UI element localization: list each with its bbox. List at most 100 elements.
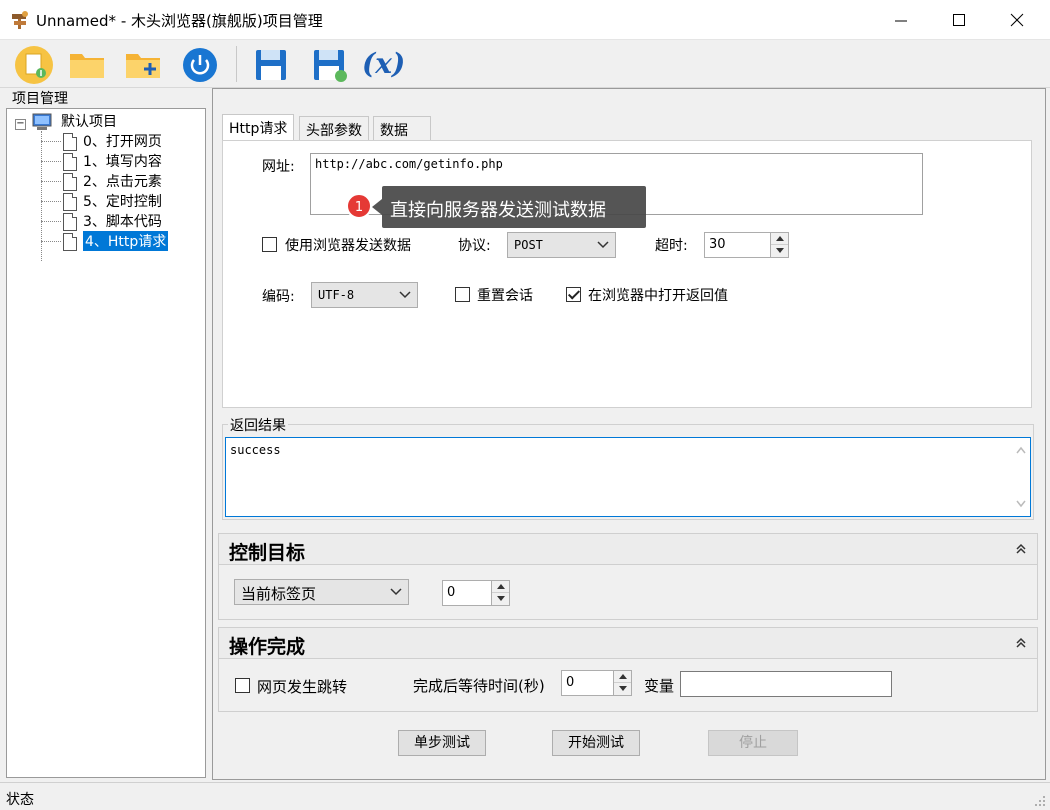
completion-header[interactable]: 操作完成 [218, 627, 1038, 659]
status-text: 状态 [6, 792, 34, 808]
target-index-stepper[interactable]: 0 [442, 580, 510, 606]
open-folder-icon [70, 54, 104, 78]
tree-item-timer-control[interactable]: 5、定时控制 [83, 191, 162, 211]
arrow-up-icon [776, 236, 784, 241]
save-as-icon [314, 50, 347, 82]
target-tab-value: 当前标签页 [241, 585, 317, 603]
add-folder-icon [126, 54, 160, 78]
maximize-icon [953, 14, 965, 26]
variable-icon: (x) [362, 47, 406, 80]
arrow-up-icon [497, 584, 505, 589]
project-panel-label: 项目管理 [10, 88, 70, 108]
spin-buttons[interactable] [770, 233, 788, 257]
toolbar: (x) [0, 40, 1050, 88]
timeout-stepper[interactable]: 30 [704, 232, 789, 258]
wait-time-value: 0 [566, 675, 575, 690]
reset-session-checkbox[interactable] [455, 287, 470, 302]
step-test-button[interactable]: 单步测试 [398, 730, 486, 756]
result-scrollbar[interactable] [1012, 438, 1030, 516]
page-jump-checkbox[interactable] [235, 678, 250, 693]
tab-data[interactable]: 数据 [373, 116, 431, 140]
close-button[interactable] [994, 0, 1040, 40]
step-badge: 1 [346, 193, 372, 219]
add-folder-button[interactable] [122, 44, 166, 86]
encoding-label: 编码: [262, 289, 295, 305]
tree-root-label[interactable]: 默认项目 [61, 111, 117, 131]
target-tab-select[interactable]: 当前标签页 [234, 579, 409, 605]
computer-icon [32, 113, 52, 130]
reset-session-label: 重置会话 [477, 288, 533, 304]
protocol-select[interactable]: POST [507, 232, 616, 258]
arrow-down-icon [619, 686, 627, 691]
file-icon [63, 133, 77, 151]
tree-item-script-code[interactable]: 3、脚本代码 [83, 211, 162, 231]
tree-line [41, 201, 61, 202]
open-in-browser-label: 在浏览器中打开返回值 [588, 288, 728, 304]
tree-line [41, 161, 61, 162]
stop-button[interactable]: 停止 [708, 730, 798, 756]
chevron-down-icon [597, 241, 609, 249]
save-as-button[interactable] [308, 44, 352, 86]
page-jump-label: 网页发生跳转 [257, 678, 348, 696]
tree-item-http-request[interactable]: 4、Http请求 [83, 231, 169, 251]
collapse-icon[interactable] [1015, 637, 1027, 649]
timeout-value: 30 [709, 237, 726, 252]
app-logo-icon [12, 11, 28, 29]
arrow-up-icon [619, 674, 627, 679]
file-icon [63, 153, 77, 171]
result-textarea[interactable]: success [225, 437, 1031, 517]
variable-button[interactable]: (x) [362, 44, 406, 86]
tree-item-open-page[interactable]: 0、打开网页 [83, 131, 162, 151]
protocol-value: POST [514, 238, 543, 252]
variable-input[interactable] [680, 671, 892, 697]
wait-time-label: 完成后等待时间(秒) [413, 677, 545, 695]
spin-buttons[interactable] [491, 581, 509, 605]
status-bar: 状态 [0, 782, 1050, 810]
tree-collapse-icon[interactable]: − [15, 119, 26, 130]
variable-label: 变量 [644, 677, 675, 695]
save-icon [256, 50, 286, 80]
encoding-select[interactable]: UTF-8 [311, 282, 418, 308]
use-browser-label: 使用浏览器发送数据 [285, 238, 411, 254]
tab-http-request[interactable]: Http请求 [222, 114, 295, 140]
project-panel: 项目管理 − 默认项目 0、打开网页 1、填写内容 2、点击元素 5、定时控制 … [2, 88, 208, 780]
tooltip: 直接向服务器发送测试数据 [382, 186, 646, 228]
tree-line [41, 221, 61, 222]
file-icon [63, 193, 77, 211]
tree-item-fill-content[interactable]: 1、填写内容 [83, 151, 162, 171]
power-icon [183, 48, 217, 82]
spin-buttons[interactable] [613, 671, 631, 695]
project-tree: − 默认项目 0、打开网页 1、填写内容 2、点击元素 5、定时控制 3、脚本代… [6, 108, 206, 778]
scroll-down-icon [1016, 500, 1026, 508]
wait-time-stepper[interactable]: 0 [561, 670, 632, 696]
scroll-up-icon [1016, 446, 1026, 454]
open-project-button[interactable] [66, 44, 110, 86]
use-browser-checkbox[interactable] [262, 237, 277, 252]
timeout-label: 超时: [655, 238, 688, 254]
result-label: 返回结果 [228, 415, 288, 435]
completion-title: 操作完成 [229, 636, 306, 658]
open-in-browser-checkbox[interactable] [566, 287, 581, 302]
file-icon [63, 173, 77, 191]
resize-grip-icon[interactable] [1034, 795, 1046, 807]
collapse-icon[interactable] [1015, 543, 1027, 555]
title-bar: Unnamed* - 木头浏览器(旗舰版)项目管理 [0, 0, 1050, 40]
chevron-down-icon [399, 291, 411, 299]
save-button[interactable] [250, 44, 294, 86]
power-button[interactable] [178, 44, 222, 86]
minimize-button[interactable] [878, 0, 924, 40]
control-target-title: 控制目标 [229, 542, 306, 564]
maximize-button[interactable] [936, 0, 982, 40]
new-project-button[interactable] [12, 44, 56, 86]
arrow-down-icon [776, 248, 784, 253]
minimize-icon [895, 20, 907, 22]
arrow-down-icon [497, 596, 505, 601]
encoding-value: UTF-8 [318, 288, 355, 302]
start-test-button[interactable]: 开始测试 [552, 730, 640, 756]
close-icon [1010, 13, 1024, 27]
control-target-header[interactable]: 控制目标 [218, 533, 1038, 565]
target-index-value: 0 [447, 585, 456, 600]
window-title: Unnamed* - 木头浏览器(旗舰版)项目管理 [36, 12, 323, 30]
tab-header-params[interactable]: 头部参数 [299, 116, 369, 140]
tree-item-click-element[interactable]: 2、点击元素 [83, 171, 162, 191]
